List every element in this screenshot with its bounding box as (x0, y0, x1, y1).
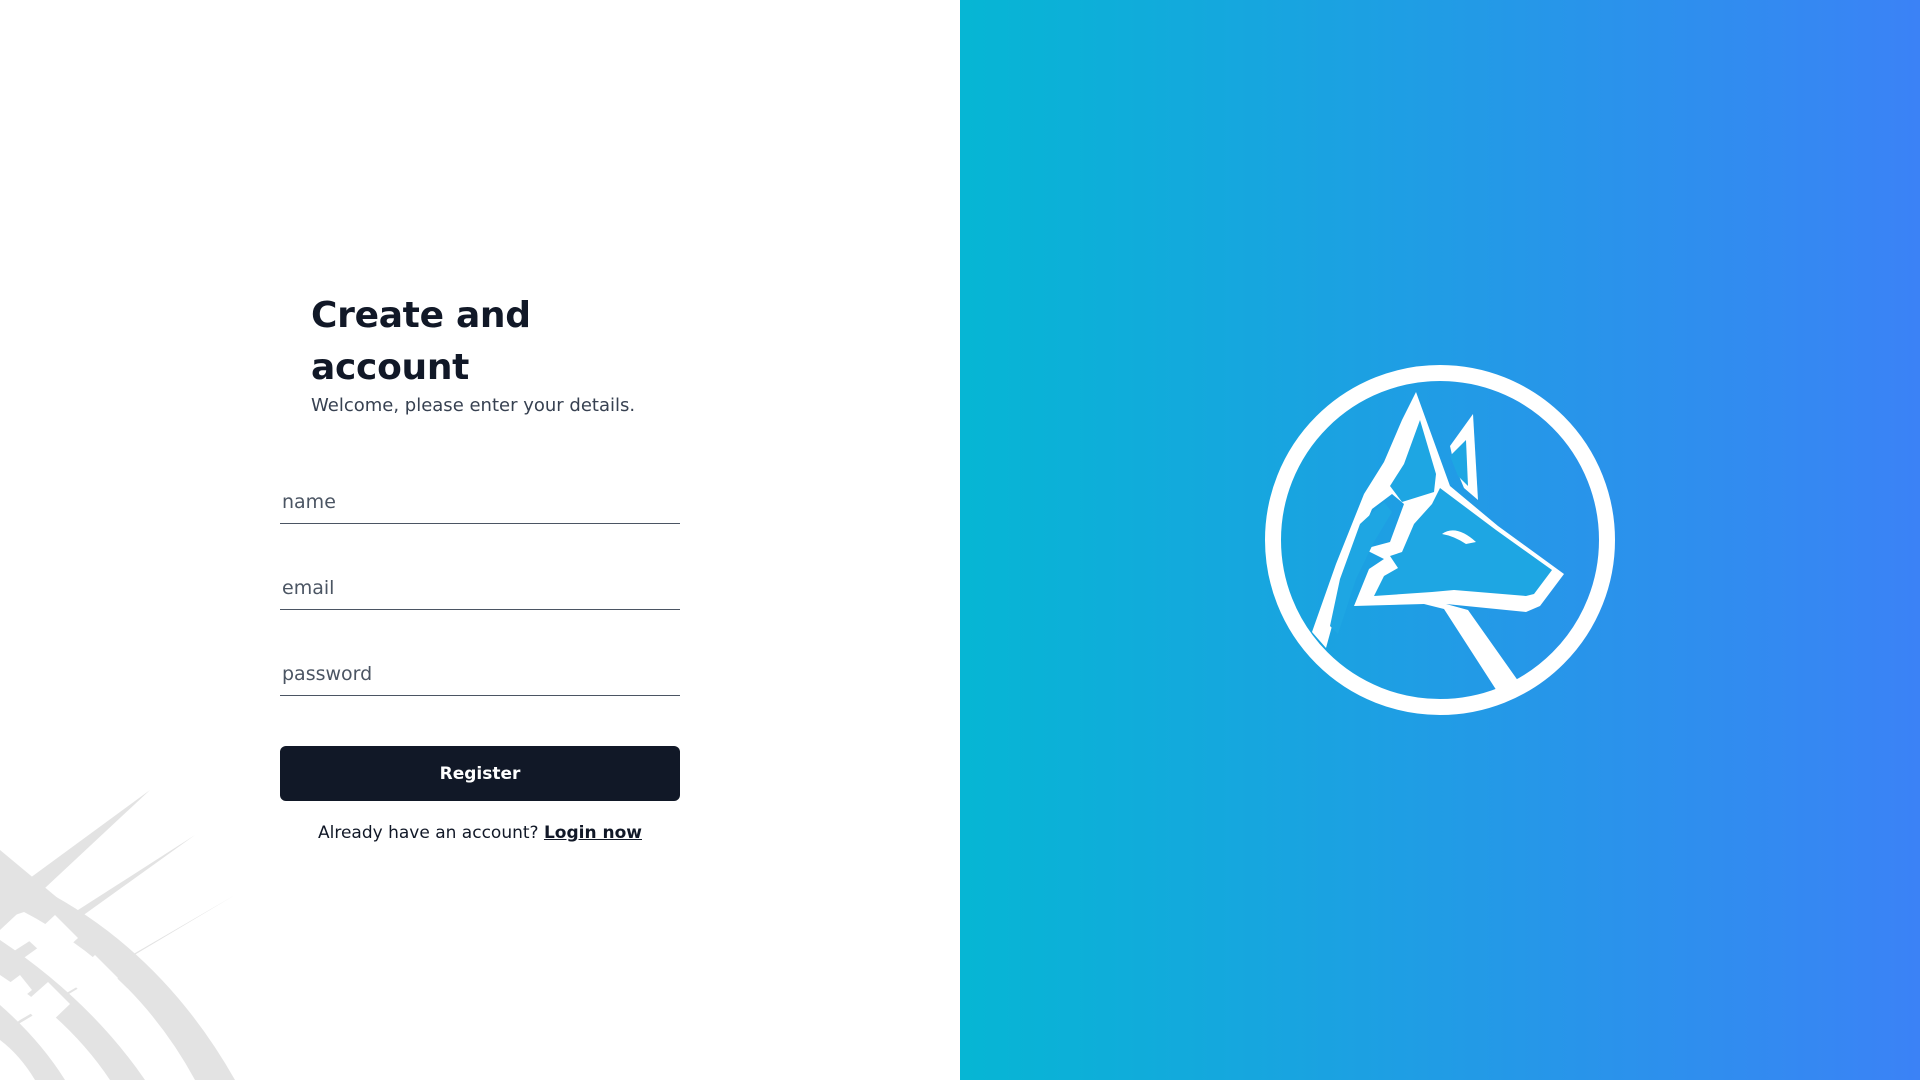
password-input[interactable] (280, 663, 678, 685)
email-field (280, 560, 680, 610)
login-row: Already have an account? Login now (280, 823, 680, 843)
email-input[interactable] (280, 577, 678, 599)
page-title: Create and account (311, 295, 531, 388)
name-field (280, 474, 680, 524)
crosshatch-decor-icon (0, 790, 235, 1080)
page-subtitle: Welcome, please enter your details. (311, 395, 636, 416)
name-input[interactable] (280, 491, 678, 513)
form-panel: Create and account Welcome, please enter… (0, 0, 960, 1080)
brand-panel (960, 0, 1920, 1080)
register-button[interactable]: Register (280, 746, 680, 801)
fox-logo-icon (1265, 365, 1615, 715)
login-now-link[interactable]: Login now (544, 823, 642, 843)
register-page: Create and account Welcome, please enter… (0, 0, 1920, 1080)
login-prompt: Already have an account? (318, 823, 539, 843)
password-field (280, 646, 680, 696)
register-form: Create and account Welcome, please enter… (280, 290, 680, 843)
